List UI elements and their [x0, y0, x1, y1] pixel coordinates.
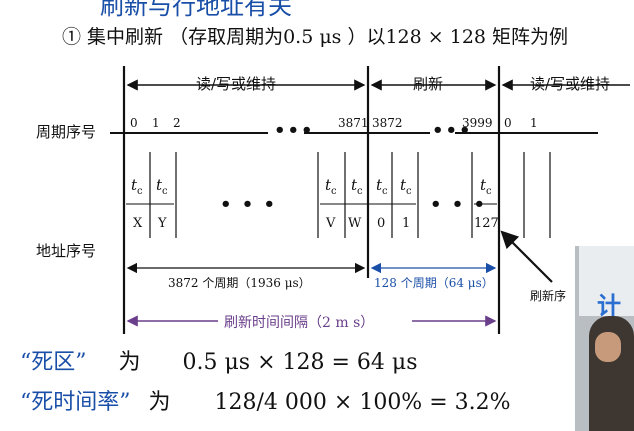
- dead-zone-label: “死区”: [20, 350, 87, 375]
- dead-rate-word: 为: [148, 390, 171, 415]
- cycle-time-tc: tc: [400, 176, 412, 197]
- dead-rate-line: “死时间率” 为 128/4 000 × 100% = 3.2%: [20, 384, 511, 416]
- cycle-time-tc: tc: [351, 176, 363, 197]
- cycle-number: 1: [152, 116, 160, 130]
- cycle-number: 3999: [462, 116, 493, 130]
- tc-subscript: c: [137, 186, 143, 197]
- segment-label-rw2: 读/写或维持: [530, 75, 611, 93]
- cycle-time-tc: tc: [325, 176, 337, 197]
- dead-zone-line: “死区” 为 0.5 μs × 128 = 64 μs: [20, 344, 418, 376]
- dead-rate-label: “死时间率”: [20, 390, 131, 415]
- cycle-time-tc: tc: [156, 176, 168, 197]
- dead-rate-equation: 128/4 000 × 100% = 3.2%: [214, 390, 511, 415]
- tc-subscript: c: [331, 186, 337, 197]
- addr-seq-label: 地址序号: [36, 242, 97, 260]
- address-label: V: [326, 216, 336, 231]
- dead-zone-word: 为: [118, 350, 141, 375]
- cycle-number: 0: [130, 116, 138, 130]
- tc-subscript: c: [382, 186, 388, 197]
- span-label-refresh: 128 个周期（64 μs）: [374, 276, 494, 290]
- tc-subscript: c: [406, 186, 412, 197]
- cell-ellipsis: • • •: [430, 194, 488, 215]
- segment-label-refresh: 刷新: [413, 75, 444, 93]
- cycle-ellipsis: •••: [274, 120, 315, 141]
- refresh-interval-label: 刷新时间间隔（2 m s）: [224, 312, 374, 332]
- address-label: X: [133, 216, 143, 231]
- cycle-number: 0: [504, 116, 512, 130]
- tc-subscript: c: [162, 186, 168, 197]
- cycle-number: 1: [530, 116, 538, 130]
- address-label: 0: [377, 216, 386, 231]
- cycle-time-tc: tc: [131, 176, 143, 197]
- refresh-seq-label: 刷新序: [530, 289, 567, 303]
- address-label: W: [348, 216, 362, 231]
- instructor-video-overlay: 计: [575, 246, 634, 431]
- tc-subscript: c: [357, 186, 363, 197]
- cycle-seq-label: 周期序号: [36, 123, 97, 141]
- address-label: Y: [158, 216, 167, 231]
- cycle-time-tc: tc: [376, 176, 388, 197]
- span-label-rw: 3872 个周期（1936 μs）: [168, 276, 311, 290]
- cycle-number: 2: [173, 116, 181, 130]
- instructor-face: [595, 332, 621, 362]
- cycle-number: 3871: [338, 116, 369, 130]
- cell-ellipsis: • • •: [220, 194, 278, 215]
- address-label: 127: [474, 216, 499, 231]
- refresh-seq-pointer: [500, 230, 553, 283]
- cycle-number: 3872: [372, 116, 403, 130]
- segment-label-rw1: 读/写或维持: [196, 75, 277, 93]
- address-label: 1: [402, 216, 411, 231]
- refresh-interval-text: 刷新时间间隔（2 m s）: [224, 315, 375, 331]
- dead-zone-equation: 0.5 μs × 128 = 64 μs: [182, 350, 418, 375]
